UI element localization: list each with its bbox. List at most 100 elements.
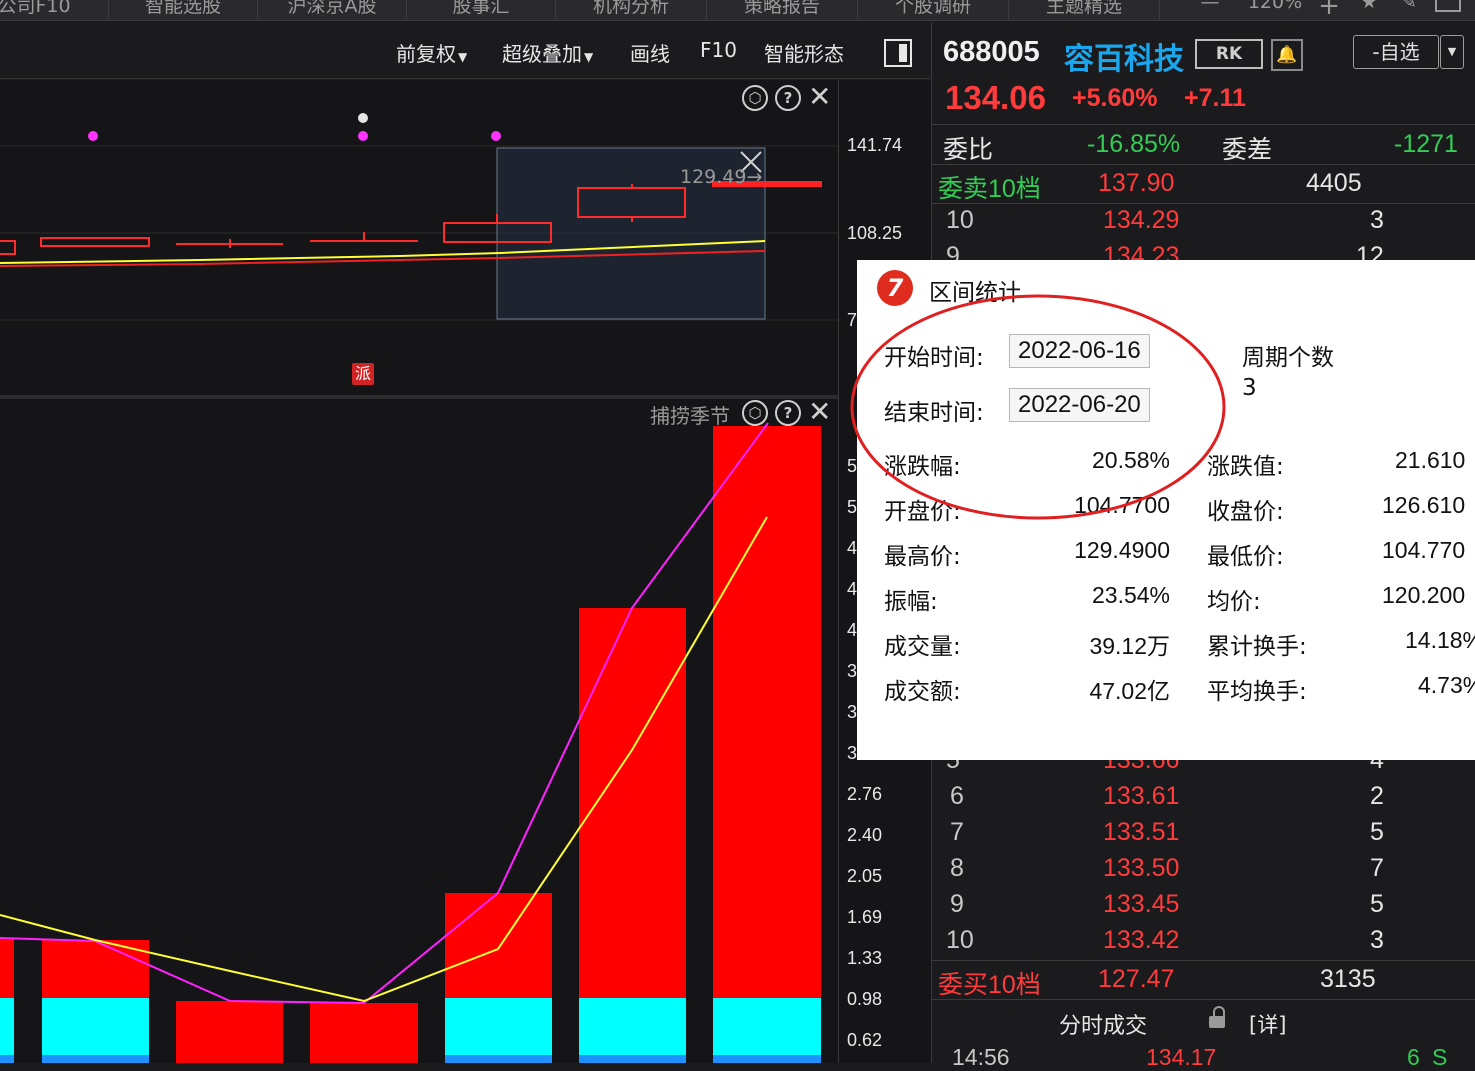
stat-value: 129.4900 — [1074, 537, 1170, 563]
change-percent: +5.60% — [1072, 84, 1158, 112]
plus-icon[interactable]: + — [1315, 0, 1343, 20]
tab-theme[interactable]: 主题精选 — [1009, 0, 1160, 19]
sell10-label[interactable]: 委卖10档 — [938, 169, 1041, 205]
tick-trades-title[interactable]: 分时成交 — [1059, 1008, 1147, 1040]
tab-institution[interactable]: 机构分析 — [556, 0, 707, 19]
tab-strategy[interactable]: 策略报告 — [707, 0, 858, 19]
order-price[interactable]: 133.61 — [1103, 782, 1179, 811]
divider — [932, 960, 1475, 961]
dividend-badge[interactable]: 派 — [352, 363, 374, 385]
order-price[interactable]: 133.42 — [1103, 926, 1179, 955]
minus-icon[interactable]: — — [1195, 0, 1225, 19]
f10-button[interactable]: F10 — [700, 38, 737, 62]
divider — [932, 124, 1475, 125]
volume-tick: 3 — [847, 702, 858, 722]
edit-icon[interactable]: ✎ — [1395, 0, 1423, 19]
volume-tick: 4 — [847, 538, 858, 558]
period-count-label: 周期个数 — [1242, 345, 1334, 371]
signal-marker[interactable] — [491, 131, 501, 141]
stat-value: 104.770 — [1382, 537, 1466, 563]
stat-value: 23.54% — [1091, 582, 1170, 608]
add-watchlist-button[interactable]: -自选 — [1353, 35, 1439, 69]
star-icon[interactable]: ★ — [1355, 0, 1383, 19]
last-price: 134.06 — [945, 79, 1046, 116]
sell10-price: 137.90 — [1098, 169, 1175, 197]
annotation-circle — [850, 294, 1226, 520]
range-stats-dialog[interactable]: 7 区间统计 开始时间: 2022-06-16 结束时间: 2022-06-20… — [850, 260, 1475, 760]
volume-bar[interactable] — [176, 1001, 283, 1063]
volume-bar[interactable] — [713, 426, 821, 998]
caret-down-icon: ▼ — [584, 50, 594, 64]
volume-bar[interactable] — [579, 608, 686, 998]
pattern-button[interactable]: 智能形态 — [764, 38, 844, 67]
caret-down-icon: ▼ — [458, 50, 468, 64]
window-icon[interactable] — [1435, 0, 1461, 12]
tab-company-f10[interactable]: 公司F10 — [0, 0, 109, 19]
stat-label: 累计换手: — [1207, 634, 1307, 660]
stat-label: 成交额: — [884, 679, 961, 705]
indicator-bar-blue — [579, 1055, 686, 1063]
close-icon[interactable]: ✕ — [808, 395, 831, 428]
rk-badge[interactable]: RK — [1195, 39, 1263, 69]
candle[interactable] — [0, 240, 16, 255]
volume-tick: 3 — [847, 661, 858, 681]
indicator-bar-cyan — [42, 998, 149, 1055]
volume-tick: 2.76 — [847, 784, 883, 804]
fuquan-dropdown[interactable]: 前复权 ▼ — [396, 38, 467, 67]
chart-canvas — [0, 113, 838, 1063]
signal-marker[interactable] — [358, 131, 368, 141]
indicator-bar-cyan — [0, 998, 14, 1055]
overlay-dropdown[interactable]: 超级叠加 ▼ — [502, 38, 593, 67]
buy10-volume: 3135 — [1320, 965, 1376, 993]
detail-link[interactable]: [详] — [1249, 1009, 1286, 1039]
order-level: 8 — [950, 854, 964, 882]
order-level: 10 — [946, 206, 974, 234]
order-price[interactable]: 134.29 — [1103, 206, 1179, 235]
volume-bar[interactable] — [0, 939, 14, 998]
volume-tick: 4 — [847, 620, 858, 640]
volume-bar[interactable] — [310, 1003, 418, 1063]
trade-price: 134.17 — [1146, 1044, 1217, 1070]
order-price[interactable]: 133.51 — [1103, 818, 1179, 847]
close-icon[interactable]: ✕ — [808, 80, 831, 113]
draw-button[interactable]: 画线 — [630, 38, 670, 67]
signal-marker[interactable] — [358, 113, 368, 123]
period-count-value: 3 — [1242, 375, 1257, 401]
order-volume: 5 — [1370, 890, 1384, 918]
stock-name[interactable]: 容百科技 — [1064, 34, 1184, 78]
tab-smart-select[interactable]: 智能选股 — [109, 0, 258, 19]
signal-marker[interactable] — [88, 131, 98, 141]
weicha-value: -1271 — [1394, 130, 1458, 158]
order-level: 10 — [946, 926, 974, 954]
alarm-bell-icon[interactable]: 🔔 — [1271, 39, 1303, 71]
panel-separator[interactable] — [0, 395, 838, 399]
annotation-ellipse — [850, 294, 1226, 520]
order-volume: 3 — [1370, 206, 1384, 234]
buy10-label[interactable]: 委买10档 — [938, 965, 1041, 1001]
stat-value: 4.73% — [1418, 672, 1475, 698]
tab-a-shares[interactable]: 沪深京A股 — [258, 0, 407, 19]
panel-toggle-icon[interactable] — [884, 39, 912, 67]
tab-stock-talk[interactable]: 股事汇 — [407, 0, 556, 19]
sell10-volume: 4405 — [1306, 169, 1362, 197]
buy10-price: 127.47 — [1098, 965, 1175, 993]
volume-tick: 3 — [847, 743, 858, 763]
indicator-title[interactable]: 捕捞季节 — [650, 400, 730, 429]
settings-hex-icon[interactable]: ⬡ — [742, 85, 768, 111]
settings-hex-icon[interactable]: ⬡ — [742, 400, 768, 426]
tab-research[interactable]: 个股调研 — [858, 0, 1009, 19]
zoom-level: 120% — [1247, 0, 1303, 13]
help-icon[interactable]: ? — [775, 85, 801, 111]
watchlist-dropdown-icon[interactable]: ▼ — [1440, 35, 1464, 69]
order-level: 6 — [950, 782, 964, 810]
indicator-bar-cyan — [445, 998, 552, 1055]
weibi-label: 委比 — [943, 136, 994, 164]
order-level: 7 — [950, 818, 964, 846]
help-icon[interactable]: ? — [775, 400, 801, 426]
candle[interactable] — [40, 237, 150, 247]
order-price[interactable]: 133.50 — [1103, 854, 1179, 883]
volume-tick: 0.62 — [847, 1030, 883, 1050]
volume-bar[interactable] — [445, 893, 552, 998]
stat-label: 平均换手: — [1207, 679, 1307, 705]
order-price[interactable]: 133.45 — [1103, 890, 1179, 919]
